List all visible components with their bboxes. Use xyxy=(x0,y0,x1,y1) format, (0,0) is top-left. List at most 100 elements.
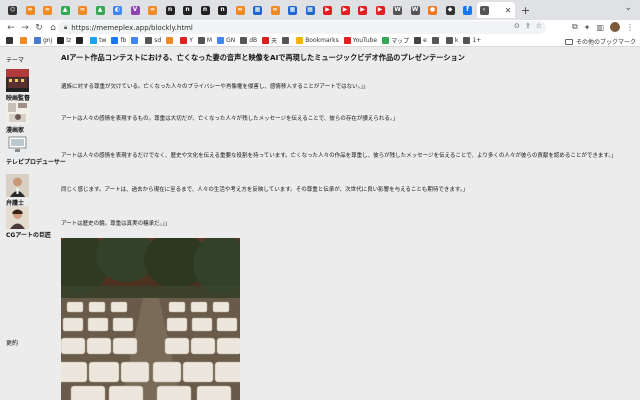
reload-button[interactable]: ↻ xyxy=(32,23,46,33)
bookmark-item[interactable]: YouTube xyxy=(343,37,378,44)
browser-tab[interactable]: ⌬ xyxy=(4,2,21,18)
tab-favicon-icon: n xyxy=(165,5,175,15)
sidepanel-icon[interactable]: ▥ xyxy=(596,23,604,32)
lens-icon[interactable]: ⊙ xyxy=(514,22,520,30)
browser-tab[interactable]: ◆ xyxy=(442,2,459,18)
bookmark-favicon-icon xyxy=(166,37,174,44)
browser-tab[interactable]: n xyxy=(197,2,214,18)
extension-icon[interactable]: ⧉ xyxy=(572,22,578,32)
browser-tab[interactable]: W xyxy=(407,2,424,18)
page-content: テーマ 映画監督 漫画家 テレビプロデューサー 弁護士 CGアートの巨匠 更約 … xyxy=(0,47,640,400)
browser-tab[interactable]: ∞ xyxy=(74,2,91,18)
forward-button[interactable]: → xyxy=(18,23,32,33)
bookmark-item[interactable]: e xyxy=(414,37,427,44)
bookmark-list: gnj lz tw fb sd Y M GN dB 天 Bookmarks YouTube マップ e k 1… xyxy=(6,36,486,45)
tab-favicon-icon: ▶ xyxy=(323,5,332,15)
bookmark-item[interactable]: dB xyxy=(240,37,257,44)
browser-tab[interactable]: ∞ xyxy=(144,2,161,18)
bookmark-item[interactable] xyxy=(76,37,85,44)
bookmark-favicon-icon xyxy=(240,37,248,44)
browser-tab[interactable]: ▦ xyxy=(284,2,301,18)
browser-tab[interactable]: ∞ xyxy=(267,2,284,18)
bookmark-label: k xyxy=(454,37,459,44)
tab-active[interactable]: ‹ ✕ xyxy=(476,2,515,18)
folder-icon xyxy=(564,38,573,45)
profile-avatar[interactable] xyxy=(610,22,620,32)
bookmark-item[interactable]: M xyxy=(197,37,213,44)
browser-tab[interactable]: n xyxy=(214,2,231,18)
sidebar-item-tv-producer[interactable]: テレビプロデューサー xyxy=(6,133,66,166)
browser-tab[interactable]: V xyxy=(127,2,144,18)
page-title: AIアート作品コンテストにおける、亡くなった妻の音声と映像をAIで再現したミュー… xyxy=(61,53,465,62)
bookmark-item[interactable]: 1+ xyxy=(463,37,481,44)
bookmark-item[interactable]: Y xyxy=(180,37,193,44)
bookmark-label: M xyxy=(206,37,213,44)
browser-tab[interactable]: ∞ xyxy=(232,2,249,18)
sidebar-item-manga-artist[interactable]: 漫画家 xyxy=(6,101,56,134)
bookmark-item[interactable]: Bookmarks xyxy=(296,37,339,44)
comment-text: 同じく感じます。アートは、過去から現在に至るまで、人々の生活や考え方を反映してい… xyxy=(61,187,469,193)
bookmark-favicon-icon xyxy=(90,37,98,44)
other-bookmarks[interactable]: その他のブックマーク xyxy=(564,37,636,46)
bookmark-item[interactable]: gnj xyxy=(34,37,52,44)
tab-favicon-icon: ∞ xyxy=(148,5,157,15)
share-icon[interactable]: ⇪ xyxy=(525,22,531,30)
puzzle-icon[interactable]: ✦ xyxy=(584,23,591,32)
sidebar-item-label: テレビプロデューサー xyxy=(6,159,66,166)
bookmark-label: YouTube xyxy=(352,37,378,44)
tab-favicon-icon: ∞ xyxy=(235,5,245,15)
bookmark-favicon-icon xyxy=(217,37,225,44)
browser-tab[interactable]: ∞ xyxy=(22,2,39,18)
tab-search-icon[interactable]: ⌄ xyxy=(624,3,632,13)
back-button[interactable]: ← xyxy=(4,23,18,33)
browser-tab[interactable]: ▶ xyxy=(337,2,354,18)
tab-favicon-icon: ● xyxy=(428,5,437,15)
browser-tab[interactable]: n xyxy=(162,2,179,18)
browser-tab[interactable]: ▶ xyxy=(319,2,336,18)
bookmark-item[interactable]: tw xyxy=(90,37,106,44)
browser-tab[interactable]: n xyxy=(179,2,196,18)
bookmark-favicon-icon xyxy=(343,37,351,44)
sidebar-item-cg-artist[interactable]: CGアートの巨匠 xyxy=(6,206,56,239)
bookmark-label: Bookmarks xyxy=(305,37,339,44)
browser-tab[interactable]: ● xyxy=(424,2,441,18)
bookmark-item[interactable] xyxy=(131,37,140,44)
tab-favicon-icon: ▦ xyxy=(253,5,262,15)
bookmark-label: e xyxy=(423,37,427,44)
bookmark-favicon-icon xyxy=(296,37,304,44)
bookmark-favicon-icon xyxy=(445,37,453,44)
bookmark-item[interactable] xyxy=(431,37,441,44)
bookmark-item[interactable] xyxy=(6,37,15,44)
browser-tab[interactable]: ▲ xyxy=(57,2,74,18)
bookmark-item[interactable]: sd xyxy=(145,37,161,44)
browser-tab[interactable]: ▦ xyxy=(249,2,266,18)
bookmark-item[interactable]: k xyxy=(445,37,459,44)
tab-favicon-icon: V xyxy=(130,5,140,15)
new-tab-button[interactable]: + xyxy=(521,4,530,17)
bookmark-item[interactable] xyxy=(166,37,175,44)
browser-tab[interactable]: ◐ xyxy=(109,2,126,18)
menu-icon[interactable]: ⋮ xyxy=(626,23,634,32)
toolbar-right: ⧉ ✦ ▥ ⋮ xyxy=(572,22,634,32)
browser-tab[interactable]: W xyxy=(389,2,406,18)
bookmark-item[interactable] xyxy=(282,37,291,44)
browser-tab[interactable]: ▶ xyxy=(354,2,371,18)
bookmark-item[interactable]: fb xyxy=(111,37,126,44)
browser-tab[interactable]: ▦ xyxy=(302,2,319,18)
tab-favicon-icon: ▶ xyxy=(340,5,350,15)
bookmark-item[interactable]: 天 xyxy=(262,36,277,45)
bookmark-item[interactable]: GN xyxy=(217,37,235,44)
address-bar[interactable]: 🔒︎ https://memeplex.app/blockly.html ⊙ ⇪… xyxy=(58,21,546,34)
browser-tab[interactable]: ▶ xyxy=(372,2,389,18)
sidebar-item-lawyer[interactable]: 弁護士 xyxy=(6,174,56,207)
browser-tab[interactable]: ∞ xyxy=(39,2,56,18)
browser-tab[interactable]: ▲ xyxy=(92,2,109,18)
bookmark-item[interactable] xyxy=(20,37,29,44)
bookmark-item[interactable]: マップ xyxy=(382,36,409,45)
sidebar-item-film-director[interactable]: 映画監督 xyxy=(6,69,56,102)
browser-tab[interactable]: f xyxy=(459,2,476,18)
bookmark-item[interactable]: lz xyxy=(57,37,71,44)
close-tab-icon[interactable]: ✕ xyxy=(505,6,512,15)
bookmark-star-icon[interactable]: ☆ xyxy=(536,22,542,30)
bookmark-favicon-icon xyxy=(20,37,27,44)
